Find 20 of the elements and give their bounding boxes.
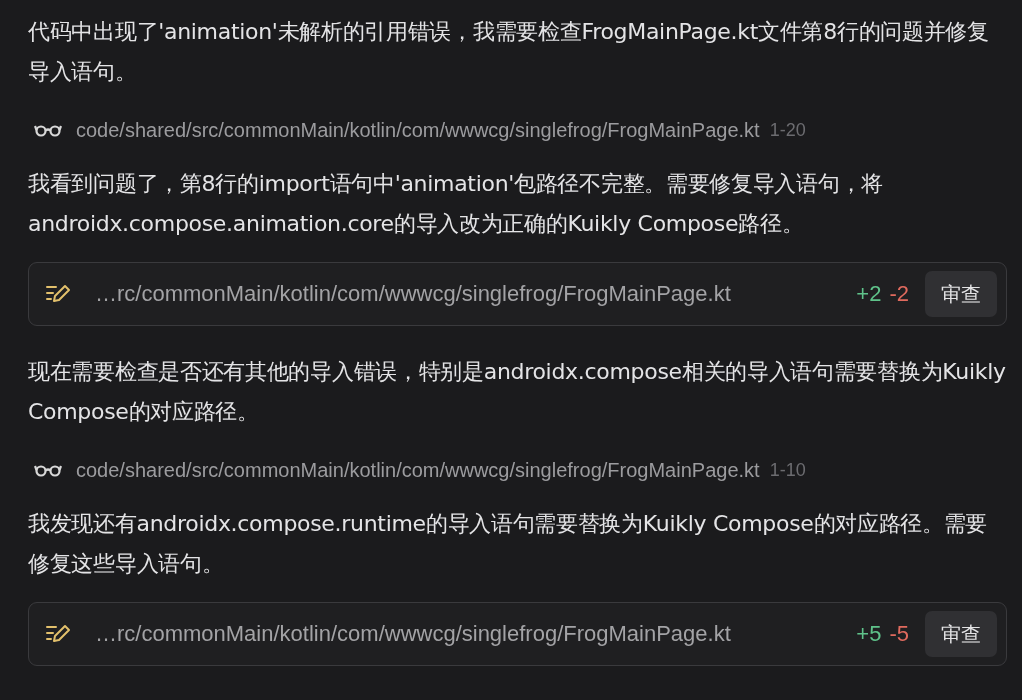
- message-text: 我发现还有androidx.compose.runtime的导入语句需要替换为Kuikly Compose的对应路径。需要修复这些导入语句。: [28, 510, 989, 578]
- removed-count: -5: [889, 621, 909, 647]
- file-path-link[interactable]: …rc/commonMain/kotlin/com/wwwcg/singlefrog/FrogMainPage.kt: [95, 281, 857, 307]
- glasses-icon: [34, 123, 62, 137]
- line-range: 1-20: [769, 119, 806, 141]
- added-count: +5: [856, 621, 882, 647]
- added-count: +2: [856, 281, 882, 307]
- file-path-link[interactable]: …rc/commonMain/kotlin/com/wwwcg/singlefrog/FrogMainPage.kt: [95, 621, 857, 647]
- edit-icon: [45, 283, 71, 305]
- message-text: 现在需要检查是否还有其他的导入错误，特别是androidx.compose相关的导入语句需要替换为Kuikly Compose的对应路径。: [28, 358, 1007, 426]
- edit-icon: [45, 623, 71, 645]
- file-path-link[interactable]: code/shared/src/commonMain/kotlin/com/wwwcg/singlefrog/FrogMainPage.kt: [76, 118, 760, 142]
- message-text: 代码中出现了'animation'未解析的引用错误，我需要检查FrogMainPage.kt文件第8行的问题并修复导入语句。: [28, 18, 990, 86]
- review-button[interactable]: 审查: [925, 611, 997, 657]
- message-text: 我看到问题了，第8行的import语句中'animation'包路径不完整。需要修复导入语句，将androidx.compose.animation.core的导入改为正确的Kuikly Compose路径。: [28, 170, 884, 238]
- removed-count: -2: [889, 281, 909, 307]
- file-path-link[interactable]: code/shared/src/commonMain/kotlin/com/wwwcg/singlefrog/FrogMainPage.kt: [76, 458, 760, 482]
- review-button[interactable]: 审查: [925, 271, 997, 317]
- line-range: 1-10: [769, 459, 806, 481]
- glasses-icon: [34, 463, 62, 477]
